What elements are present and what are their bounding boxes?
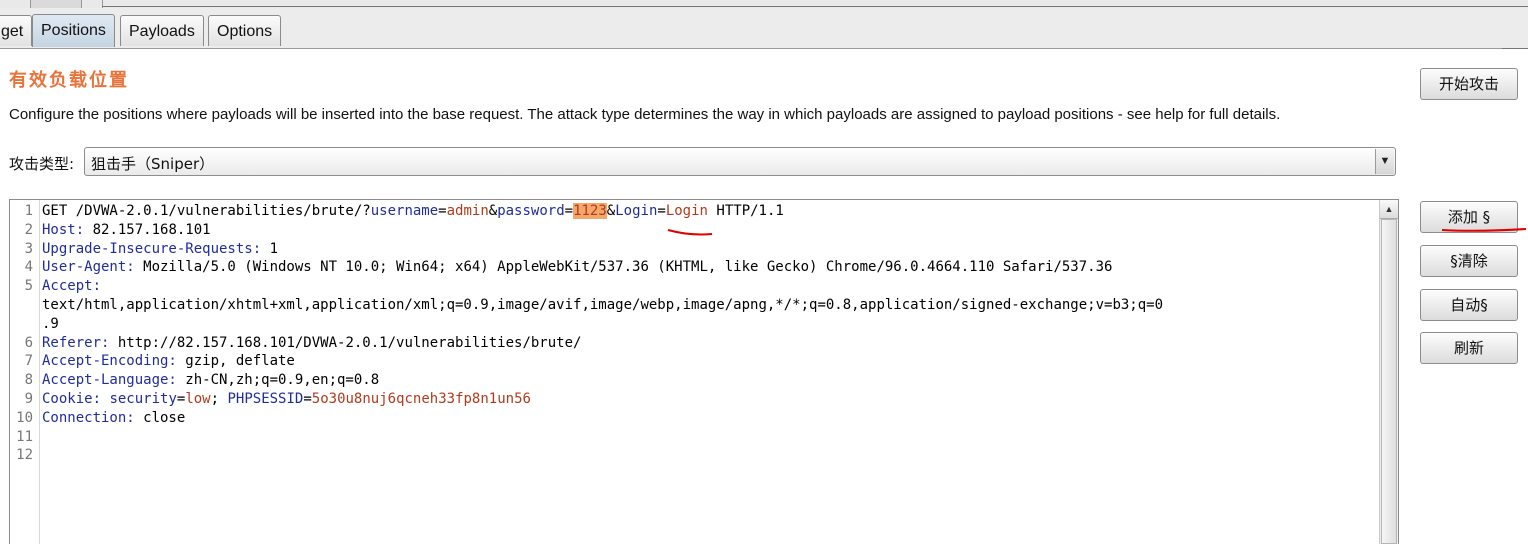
request-line[interactable]: 5 Accept:	[10, 277, 1380, 296]
line-number: 12	[16, 447, 33, 464]
section-title: 有效负载位置	[9, 70, 129, 91]
section-description: Configure the positions where payloads w…	[9, 106, 1281, 123]
request-line[interactable]: 3 Upgrade-Insecure-Requests: 1	[10, 240, 1380, 259]
request-token: Host:	[42, 221, 85, 238]
request-token: 82.157.168.101	[84, 221, 211, 238]
editor-scrollbar[interactable]: ▲	[1379, 200, 1398, 544]
parent-tab[interactable]	[80, 0, 103, 8]
attack-type-select[interactable]: 狙击手（Sniper） ▼	[84, 147, 1396, 176]
request-token: admin	[446, 203, 489, 219]
request-token: 1	[261, 240, 279, 257]
request-line[interactable]: 1 GET /DVWA-2.0.1/vulnerabilities/brute/?…	[10, 202, 1380, 221]
request-editor[interactable]: 1 GET /DVWA-2.0.1/vulnerabilities/brute/?…	[9, 199, 1399, 544]
request-token: GET /DVWA-2.0.1/vulnerabilities/brute/?	[42, 203, 371, 219]
request-token: low	[185, 390, 211, 407]
request-token: Accept-Encoding:	[42, 353, 177, 370]
request-token: =	[303, 390, 312, 407]
request-line[interactable]: 2 Host: 82.157.168.101	[10, 221, 1380, 240]
line-number: 1	[24, 203, 33, 219]
line-number: 2	[24, 221, 33, 238]
request-token: HTTP/1.1	[707, 203, 784, 219]
request-token: Accept-Language:	[42, 372, 177, 389]
request-token: Login	[615, 203, 658, 219]
line-number: 4	[24, 259, 33, 276]
request-token: Login	[665, 203, 708, 219]
request-token: &	[488, 203, 498, 219]
tab-target[interactable]: get	[0, 15, 33, 46]
request-token: 5o30u8nuj6qcneh33fp8n1un56	[311, 390, 531, 407]
scroll-up-icon[interactable]: ▲	[1380, 200, 1398, 219]
add-marker-button[interactable]: 添加 §	[1420, 201, 1518, 233]
payload-position-marker: 1123	[573, 203, 607, 219]
request-line[interactable]: 11	[10, 428, 1380, 447]
request-line[interactable]: .9	[10, 315, 1380, 334]
request-line[interactable]: 6 Referer: http://82.157.168.101/DVWA-2.0…	[10, 334, 1380, 353]
line-number: 8	[24, 372, 33, 389]
tab-bar: get Positions Payloads Options	[0, 8, 1528, 49]
line-number: 10	[16, 409, 33, 426]
attack-type-value: 狙击手（Sniper）	[91, 155, 215, 173]
request-line[interactable]: text/html,application/xhtml+xml,applicat…	[10, 296, 1380, 315]
tab-bar-right-line	[1502, 48, 1528, 49]
top-strip	[0, 0, 1528, 8]
request-token: http://82.157.168.101/DVWA-2.0.1/vulnera…	[109, 334, 582, 351]
request-line[interactable]: 8 Accept-Language: zh-CN,zh;q=0.9,en;q=0.…	[10, 371, 1380, 390]
line-number: 5	[24, 278, 33, 295]
line-number: 3	[24, 240, 33, 257]
request-token: Connection:	[42, 409, 135, 426]
request-token: Accept:	[42, 278, 102, 295]
request-token: Mozilla/5.0 (Windows NT 10.0; Win64; x64…	[134, 259, 1113, 276]
request-line[interactable]: 10 Connection: close	[10, 409, 1380, 428]
request-token: close	[134, 409, 186, 426]
request-token: =	[657, 203, 666, 219]
request-token: ;	[210, 390, 228, 407]
refresh-button[interactable]: 刷新	[1420, 332, 1518, 364]
request-token: text/html,application/xhtml+xml,applicat…	[42, 296, 1164, 313]
request-line[interactable]: 4 User-Agent: Mozilla/5.0 (Windows NT 10.…	[10, 258, 1380, 277]
tab-payloads[interactable]: Payloads	[120, 15, 204, 46]
request-line[interactable]: 12	[10, 446, 1380, 465]
request-token: User-Agent:	[42, 259, 135, 276]
line-number: 7	[24, 353, 33, 370]
line-number: 6	[24, 334, 33, 351]
clear-markers-button[interactable]: §清除	[1420, 245, 1518, 277]
tab-options[interactable]: Options	[208, 15, 282, 46]
request-token: =	[438, 203, 447, 219]
request-token: gzip, deflate	[176, 353, 295, 370]
request-token: .9	[42, 315, 59, 332]
request-token: PHPSESSID	[227, 390, 304, 407]
request-lines: 1 GET /DVWA-2.0.1/vulnerabilities/brute/?…	[10, 202, 1380, 465]
start-attack-button[interactable]: 开始攻击	[1420, 68, 1518, 100]
request-token: zh-CN,zh;q=0.9,en;q=0.8	[176, 372, 380, 389]
request-token: Referer:	[42, 334, 110, 351]
tab-positions[interactable]: Positions	[32, 14, 115, 47]
request-token: =	[564, 203, 574, 219]
attack-type-label: 攻击类型:	[9, 155, 75, 173]
line-number: 9	[24, 390, 33, 407]
auto-markers-button[interactable]: 自动§	[1420, 289, 1518, 321]
top-divider	[102, 6, 1528, 7]
request-token: password	[497, 203, 565, 219]
request-token: &	[606, 203, 616, 219]
chevron-down-icon[interactable]: ▼	[1375, 149, 1394, 174]
scroll-thumb[interactable]	[1381, 219, 1397, 544]
request-token: Cookie:	[42, 390, 102, 407]
line-number: 11	[16, 428, 33, 445]
request-token: username	[370, 203, 439, 219]
request-line[interactable]: 9 Cookie: security=low; PHPSESSID=5o30u8n…	[10, 390, 1380, 409]
request-line[interactable]: 7 Accept-Encoding: gzip, deflate	[10, 352, 1380, 371]
request-token: security	[109, 390, 177, 407]
parent-tab-active[interactable]	[30, 0, 82, 8]
request-token: Upgrade-Insecure-Requests:	[42, 240, 262, 257]
